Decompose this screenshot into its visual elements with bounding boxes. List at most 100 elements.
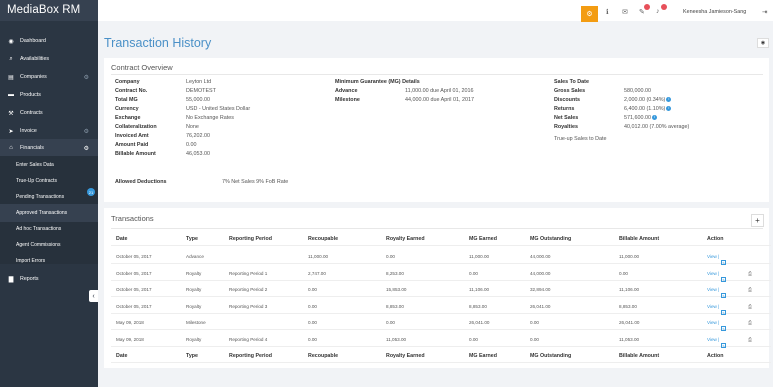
trueup-sales-link[interactable]: True-up Sales to Date xyxy=(554,136,607,142)
table-cell: 0.00 xyxy=(386,254,395,259)
mail-icon[interactable]: ✉ xyxy=(622,8,628,16)
column-header[interactable]: Date xyxy=(116,353,127,359)
sidebar-item-label: Invoice xyxy=(20,128,37,134)
sidebar-subitem-import-errors[interactable]: Import Errors xyxy=(0,252,98,270)
column-header[interactable]: Recoupable xyxy=(308,353,338,359)
sidebar-subitem-label: Approved Transactions xyxy=(16,210,68,216)
info-icon[interactable]: i xyxy=(666,106,672,112)
bell-icon[interactable]: ♪ xyxy=(656,8,660,15)
column-header[interactable]: Billable Amount xyxy=(619,236,659,242)
sidebar-item-dashboard[interactable]: ◉ Dashboard xyxy=(0,32,98,50)
document-icon[interactable]: ⎙ xyxy=(748,271,752,277)
table-cell: 11,000.00 xyxy=(308,254,329,259)
kv-value: 580,000.00 xyxy=(624,88,651,94)
view-link[interactable]: View | xyxy=(707,287,719,292)
table-cell: May 09, 2018 xyxy=(116,336,144,342)
kv-value: 571,600.00 xyxy=(624,115,651,121)
table-cell: 26,041.00 xyxy=(530,303,551,309)
sidebar-subitem-label: True-Up Contracts xyxy=(16,178,57,184)
sidebar-subitem-label: Enter Sales Data xyxy=(16,162,54,168)
user-menu[interactable]: Keneesha Jamieson-Sang xyxy=(683,9,746,15)
sidebar-item-label: Reports xyxy=(20,276,39,282)
sidebar-item-contracts[interactable]: ⚒ Contracts xyxy=(0,104,98,122)
row-actions: View |✎ xyxy=(707,287,727,299)
sidebar-collapse-button[interactable]: ‹ xyxy=(89,290,98,302)
kv-label: Returns xyxy=(554,106,575,112)
info-icon[interactable]: i xyxy=(651,115,657,121)
table-cell: Milestone xyxy=(186,320,206,325)
wrench-icon: ⚒ xyxy=(8,110,14,117)
column-header[interactable]: Recoupable xyxy=(308,236,338,242)
column-header[interactable]: MG Outstanding xyxy=(530,353,571,359)
sidebar-item-companies[interactable]: ▤ Companies ⚙ xyxy=(0,68,98,86)
column-header[interactable]: Reporting Period xyxy=(229,236,272,242)
view-link[interactable]: View | xyxy=(707,254,719,259)
gear-icon[interactable]: ⚙ xyxy=(84,128,89,135)
column-header[interactable]: MG Earned xyxy=(469,353,497,359)
table-footer-row: Date Type Reporting Period Recoupable Ro… xyxy=(111,347,771,363)
kv-label: Currency xyxy=(115,106,139,112)
logout-icon[interactable]: ⇥ xyxy=(762,8,767,16)
column-header[interactable]: Royalty Earned xyxy=(386,236,425,242)
column-header[interactable]: Royalty Earned xyxy=(386,353,425,359)
app-title: MediaBox RM xyxy=(0,0,98,21)
column-header[interactable]: Reporting Period xyxy=(229,353,272,359)
column-header[interactable]: Type xyxy=(186,353,198,359)
kv-label: Discounts xyxy=(554,97,581,103)
sidebar-item-label: Companies xyxy=(20,74,47,80)
table-cell: 0.00 xyxy=(530,320,539,325)
kv-value: 40,012.00 (7.00% average) xyxy=(624,124,690,130)
info-icon[interactable]: i xyxy=(666,97,672,103)
eye-icon[interactable]: ◉ xyxy=(757,38,769,48)
table-cell: 0.00 xyxy=(308,336,317,342)
table-cell: 8,853.00 xyxy=(619,303,637,309)
view-link[interactable]: View | xyxy=(707,271,719,276)
table-cell: Advance xyxy=(186,254,204,259)
kv-label: Total MG xyxy=(115,97,138,103)
column-header[interactable]: Date xyxy=(116,236,127,242)
column-header[interactable]: Type xyxy=(186,236,198,242)
document-icon[interactable]: ⎙ xyxy=(748,304,752,310)
sidebar-item-financials[interactable]: ⌂ Financials ⚙ xyxy=(0,139,98,157)
column-header[interactable]: MG Outstanding xyxy=(530,236,571,242)
kv-label: Exchange xyxy=(115,115,141,121)
table-cell: 26,041.00 xyxy=(619,320,640,325)
contract-no-link[interactable]: DEMOTEST xyxy=(186,88,216,94)
table-cell: May 09, 2018 xyxy=(116,320,144,325)
column-header[interactable]: Billable Amount xyxy=(619,353,659,359)
add-transaction-button[interactable]: + xyxy=(751,214,764,227)
document-icon[interactable]: ⎙ xyxy=(748,287,752,293)
info-icon[interactable]: ℹ xyxy=(606,8,609,16)
kv-label: Amount Paid xyxy=(115,142,149,148)
view-link[interactable]: View | xyxy=(707,320,719,325)
film-icon: ▬ xyxy=(8,92,14,98)
bank-icon: ⌂ xyxy=(9,145,13,151)
gear-icon[interactable]: ⚙ xyxy=(84,74,89,81)
row-actions: View |✎ xyxy=(707,271,727,282)
sidebar-subitem-label: Ad hoc Transactions xyxy=(16,226,62,232)
table-cell: 0.00 xyxy=(469,336,478,342)
sidebar-item-label: Availabilities xyxy=(20,56,50,62)
sidebar-item-label: Contracts xyxy=(20,110,43,116)
table-cell: Royalty xyxy=(186,287,202,292)
view-link[interactable]: View | xyxy=(707,304,719,309)
table-cell: 32,894.00 xyxy=(530,287,551,292)
kv-label: Net Sales xyxy=(554,115,579,121)
view-link[interactable]: View | xyxy=(707,337,719,342)
divider xyxy=(111,74,763,75)
notification-badge xyxy=(661,4,667,10)
table-cell: 44,000.00 xyxy=(530,254,551,259)
sidebar-item-label: Dashboard xyxy=(20,38,46,44)
document-icon[interactable]: ⎙ xyxy=(748,337,752,343)
sidebar-item-products[interactable]: ▬ Products xyxy=(0,86,98,104)
settings-icon[interactable]: ⚙ xyxy=(581,6,598,22)
document-icon[interactable]: ⎙ xyxy=(748,320,752,326)
table-cell: October 05, 2017 xyxy=(116,254,152,259)
column-header[interactable]: MG Earned xyxy=(469,236,497,242)
sidebar-item-reports[interactable]: ▇ Reports xyxy=(0,270,98,288)
kv-label: Advance xyxy=(335,88,358,94)
sidebar-item-availabilities[interactable]: ⌕ Availabilities xyxy=(0,50,98,68)
gear-icon[interactable]: ⚙ xyxy=(84,145,89,152)
sidebar-item-invoice[interactable]: ➤ Invoice ⚙ xyxy=(0,122,98,140)
notes-badge xyxy=(644,4,650,10)
